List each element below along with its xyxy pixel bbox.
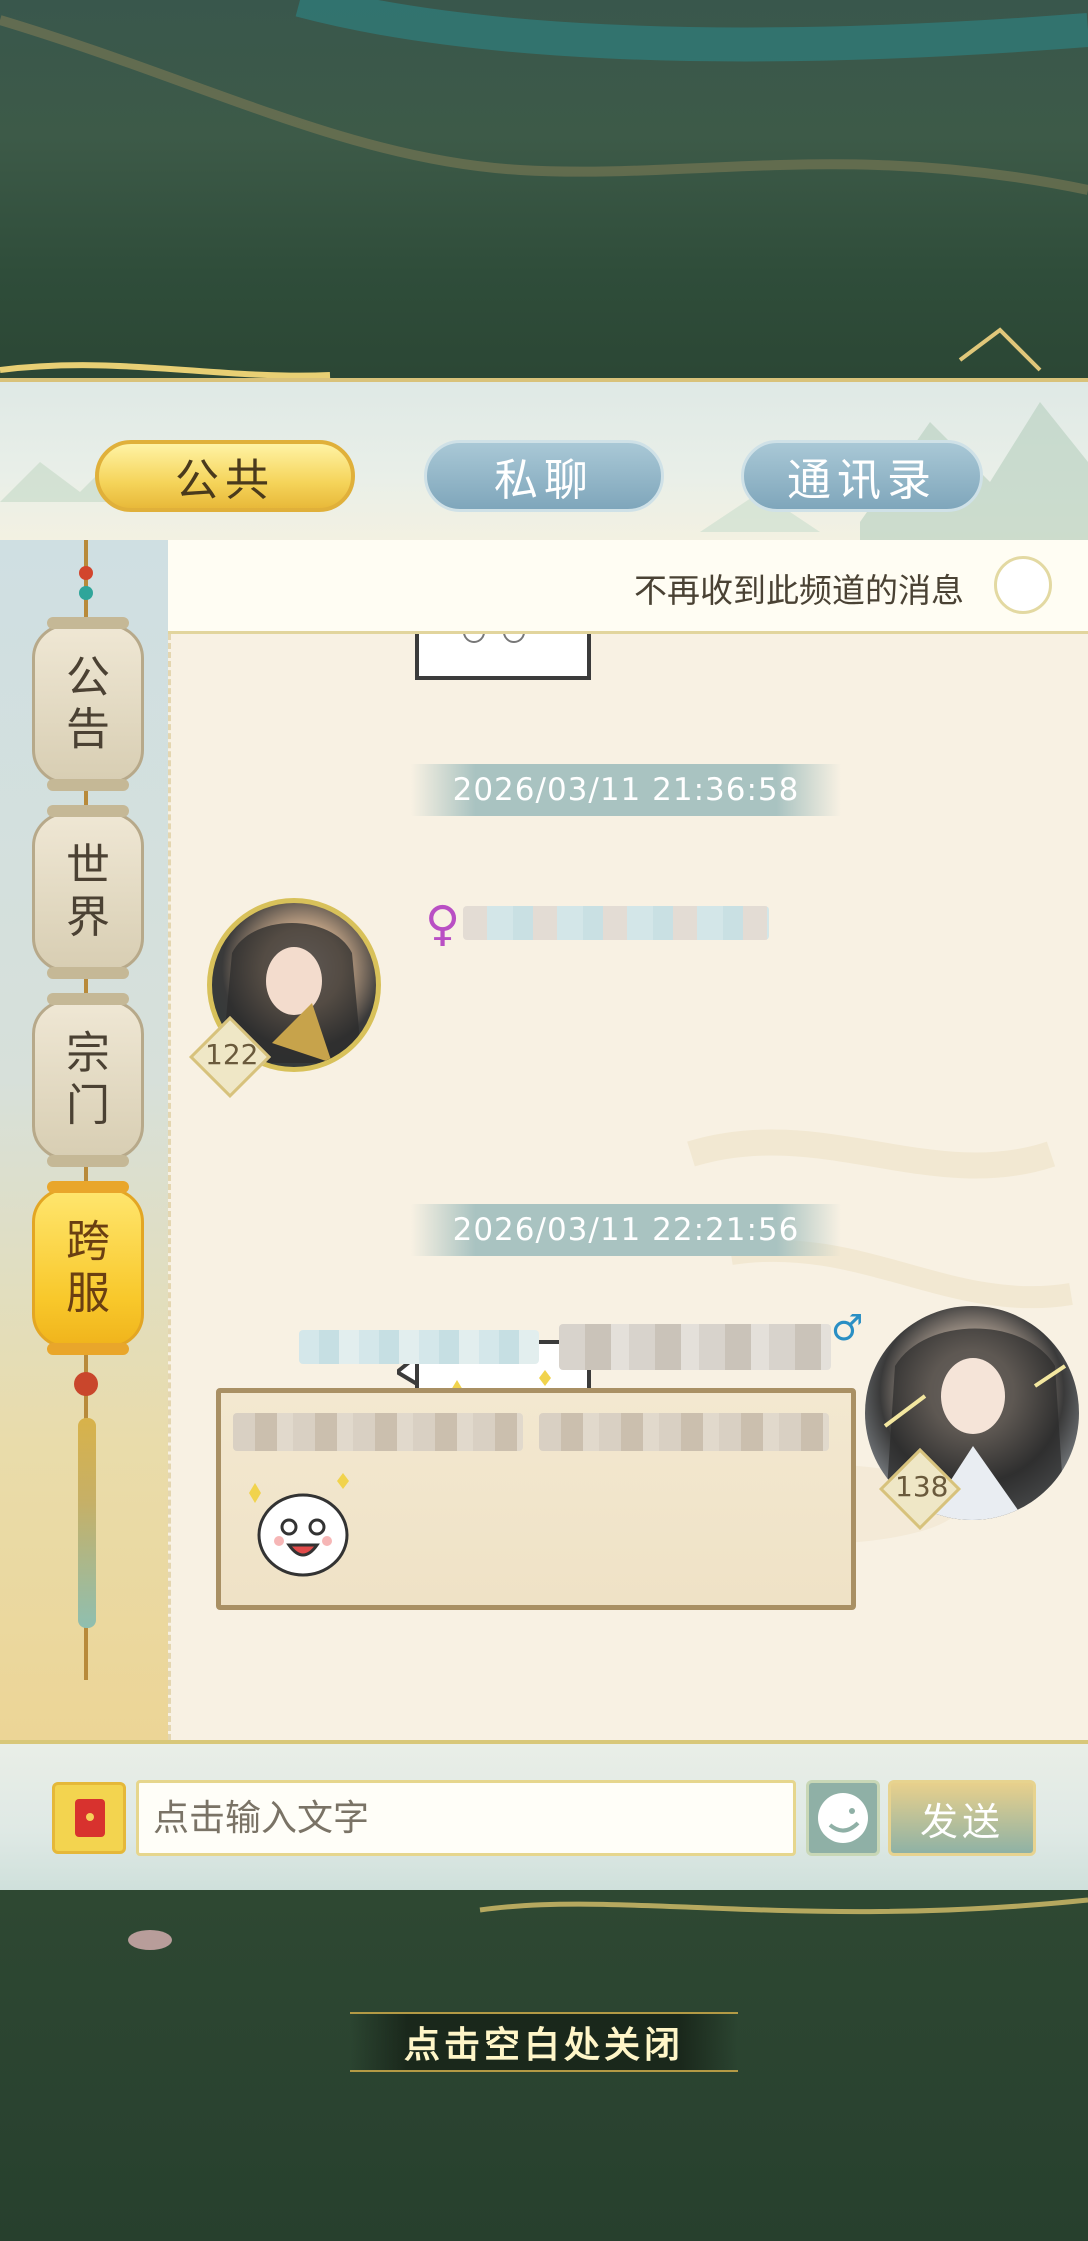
panel-header: 公共 私聊 通讯录: [0, 378, 1088, 544]
channel-label: 门: [66, 1080, 110, 1131]
lantern-cap: [47, 993, 129, 1005]
channel-mute-bar: 不再收到此频道的消息: [168, 540, 1088, 634]
background-decoration: [0, 0, 1088, 379]
channel-label: 世: [66, 840, 110, 891]
lantern-cap: [47, 779, 129, 791]
background-scenery-top[interactable]: [0, 0, 1088, 390]
tassel-ornament: [78, 1418, 96, 1628]
red-packet-button[interactable]: [52, 1782, 126, 1854]
tab-contacts[interactable]: 通讯录: [741, 440, 983, 512]
channel-announcement[interactable]: 公 告: [32, 617, 144, 791]
chat-panel: 公共 私聊 通讯录 公 告 世 界 宗 门 跨 服 不再收到此频道的消息 202…: [0, 378, 1088, 1900]
channel-label: 公: [66, 652, 110, 703]
my-level: 138: [895, 1470, 949, 1503]
envelope-seal: [86, 1813, 94, 1821]
lantern-cap: [47, 805, 129, 817]
username-redacted: [299, 1330, 539, 1364]
channel-cross-server[interactable]: 跨 服: [32, 1181, 144, 1355]
lantern-cap: [47, 617, 129, 629]
channel-label: 告: [66, 704, 110, 755]
lantern-cap: [47, 967, 129, 979]
lantern-cap: [47, 1343, 129, 1355]
message-input[interactable]: [136, 1780, 796, 1856]
chat-input-bar: 发送: [0, 1740, 1088, 1890]
channel-world[interactable]: 世 界: [32, 805, 144, 979]
bead-ornament: [79, 586, 93, 600]
channel-label: 宗: [66, 1028, 110, 1079]
message-text-redacted: [539, 1413, 829, 1451]
sticker-face-icon: [463, 634, 525, 643]
female-icon: ♀: [425, 896, 461, 952]
chat-messages[interactable]: 2026/03/11 21:36:58 122 ♀ 2026/03/11 22:…: [168, 634, 1088, 1740]
emoji-button[interactable]: [806, 1780, 880, 1856]
channel-sect[interactable]: 宗 门: [32, 993, 144, 1167]
channel-label: 跨: [66, 1216, 110, 1267]
message-text-redacted: [233, 1413, 523, 1451]
channel-label: 服: [66, 1268, 110, 1319]
mute-channel-label: 不再收到此频道的消息: [634, 571, 964, 610]
mute-channel-toggle[interactable]: [994, 556, 1052, 614]
smiley-icon: [818, 1793, 868, 1843]
tab-public[interactable]: 公共: [95, 440, 355, 512]
lantern-cap: [47, 1181, 129, 1193]
user-level: 122: [205, 1038, 259, 1071]
sent-message-bubble[interactable]: [216, 1388, 856, 1610]
lantern-cap: [47, 1155, 129, 1167]
message-timestamp: 2026/03/11 21:36:58: [411, 764, 841, 816]
title-redacted: [559, 1324, 831, 1370]
male-icon: ♂: [831, 1308, 864, 1349]
bead-ornament: [79, 566, 93, 580]
message-timestamp: 2026/03/11 22:21:56: [411, 1204, 841, 1256]
knot-ornament: [74, 1372, 98, 1396]
send-button[interactable]: 发送: [888, 1780, 1036, 1856]
sticker-message-partial[interactable]: [415, 634, 591, 680]
channel-label: 界: [66, 892, 110, 943]
tab-private-chat[interactable]: 私聊: [424, 440, 664, 512]
tap-to-close-hint[interactable]: 点击空白处关闭: [350, 2012, 738, 2072]
username-redacted: [463, 906, 769, 940]
sticker-smiley-icon: [249, 1473, 349, 1577]
